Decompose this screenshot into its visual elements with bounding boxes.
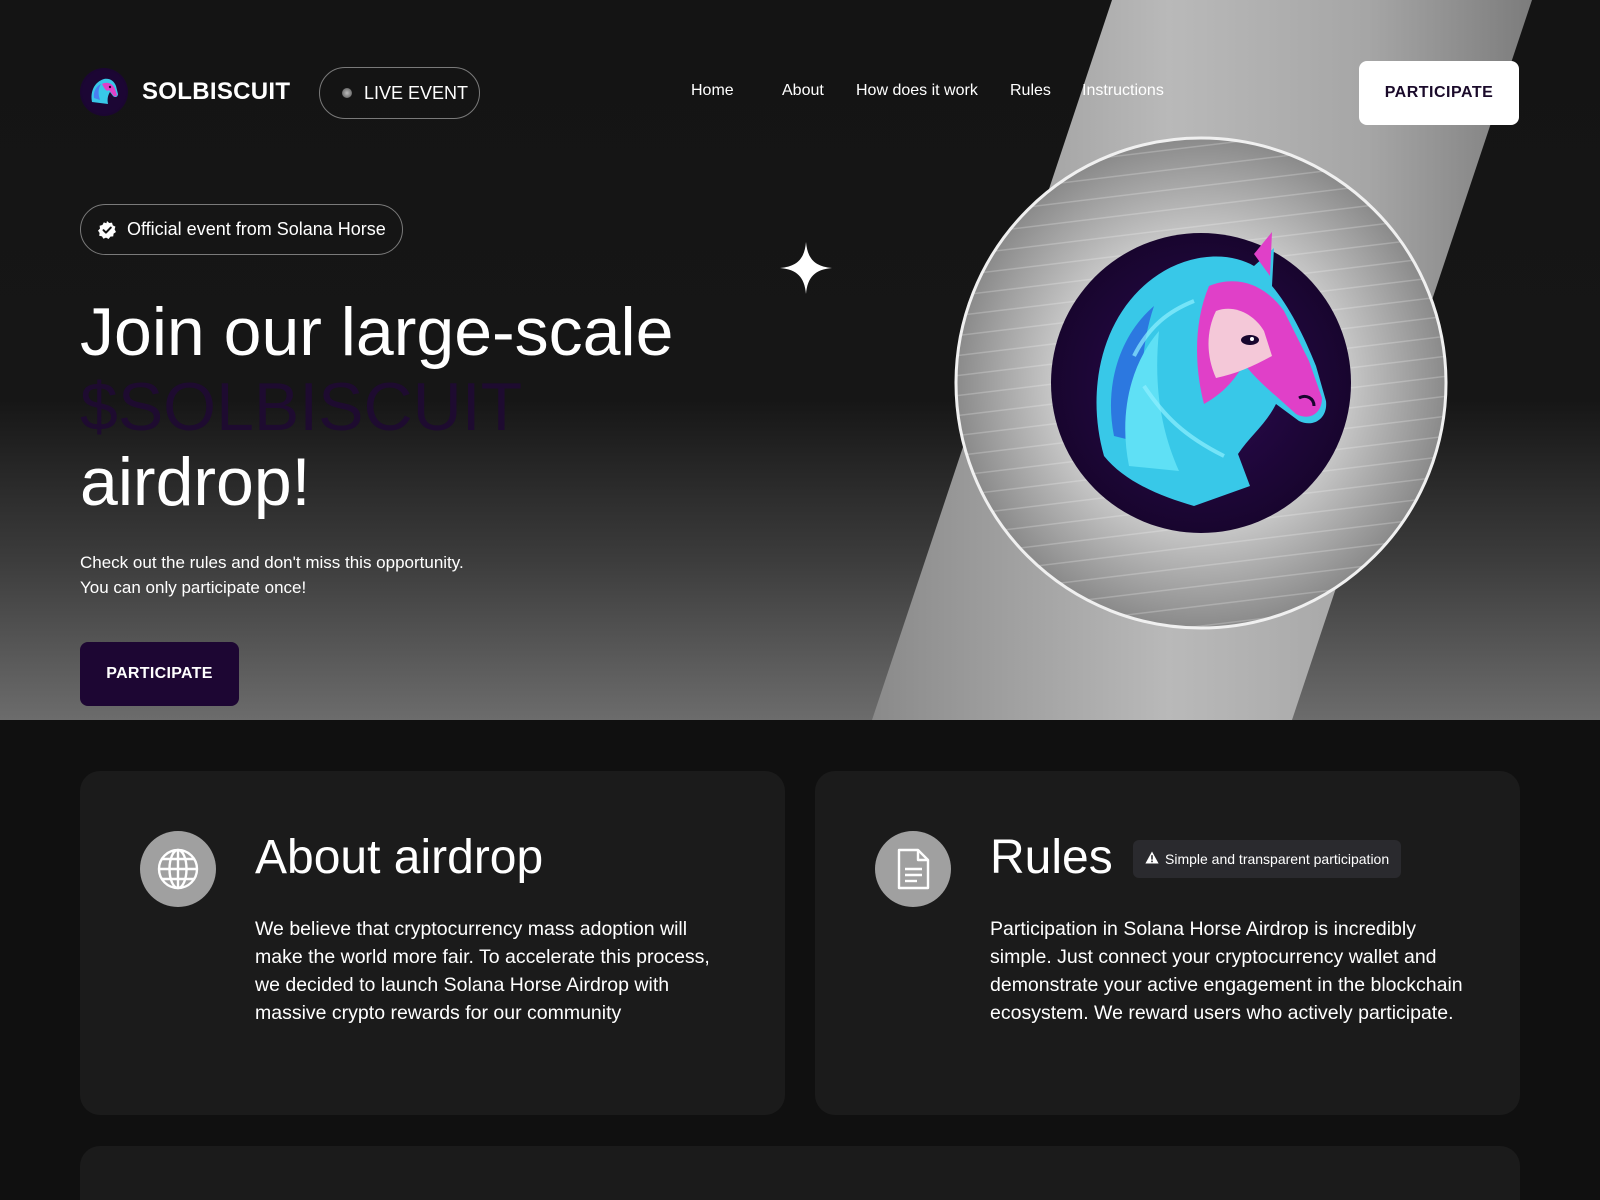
rules-body: Participation in Solana Horse Airdrop is… (990, 918, 1463, 1024)
nav-home[interactable]: Home (691, 82, 734, 100)
about-body: We believe that cryptocurrency mass adop… (255, 918, 710, 1024)
next-section-card (80, 1146, 1520, 1200)
nav-instructions[interactable]: Instructions (1082, 82, 1164, 100)
hero-section: SOLBISCUIT LIVE EVENT Home About How doe… (0, 0, 1600, 720)
sparkle-icon (780, 242, 832, 294)
brand-name[interactable]: SOLBISCUIT (142, 78, 290, 106)
nav-how-it-works[interactable]: How does it work (856, 82, 978, 100)
hero-subtext-2: You can only participate once! (80, 578, 307, 597)
horse-logo-icon[interactable] (80, 68, 128, 116)
rules-card: Rules Simple and transparent participati… (815, 771, 1520, 1115)
hero-subtext-1: Check out the rules and don't miss this … (80, 553, 464, 572)
verified-check-icon (97, 220, 117, 240)
rules-badge: Simple and transparent participation (1133, 840, 1402, 878)
live-event-badge: LIVE EVENT (319, 67, 480, 119)
horse-coin-image (954, 136, 1448, 630)
rules-title: Rules (990, 831, 1113, 884)
rules-badge-label: Simple and transparent participation (1165, 851, 1390, 867)
nav-about[interactable]: About (782, 82, 824, 100)
participate-button-hero[interactable]: PARTICIPATE (80, 642, 239, 706)
warning-icon (1145, 851, 1159, 867)
participate-button-header[interactable]: PARTICIPATE (1359, 61, 1519, 125)
about-card: About airdrop We believe that cryptocurr… (80, 771, 785, 1115)
live-dot-icon (342, 88, 352, 98)
live-event-label: LIVE EVENT (364, 82, 469, 103)
about-title: About airdrop (255, 831, 544, 884)
official-event-badge: Official event from Solana Horse (80, 204, 403, 255)
nav-rules[interactable]: Rules (1010, 82, 1051, 100)
headline-line-3: airdrop! (80, 444, 311, 520)
official-event-label: Official event from Solana Horse (127, 219, 386, 239)
headline-accent: $SOLBISCUIT (80, 369, 523, 445)
globe-icon (140, 831, 216, 907)
document-icon (875, 831, 951, 907)
headline-line-1: Join our large-scale (80, 294, 674, 370)
